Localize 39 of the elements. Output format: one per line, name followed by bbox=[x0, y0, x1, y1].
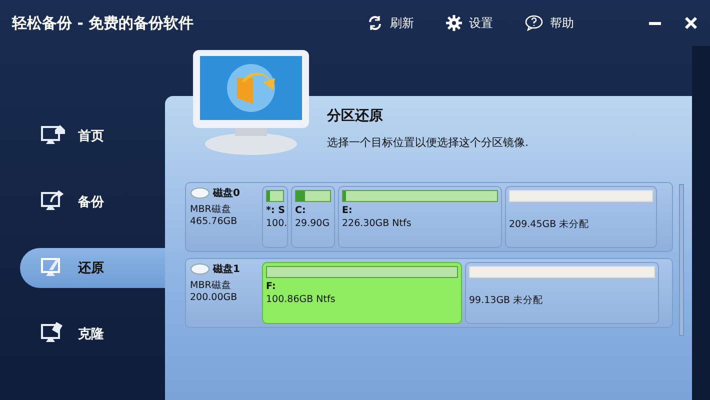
partition-block[interactable]: E: 226.30GB Ntfs bbox=[338, 186, 502, 248]
partition-label: C: bbox=[295, 205, 307, 218]
partition-block[interactable]: 209.45GB 未分配 bbox=[505, 186, 657, 248]
sidebar-item[interactable]: 克隆 bbox=[20, 314, 165, 354]
partition-info: 100. bbox=[266, 218, 284, 229]
window-title: 轻松备份 - 免费的备份软件 bbox=[12, 14, 195, 32]
partition-info: 100.86GB Ntfs bbox=[266, 294, 336, 305]
partition-block[interactable]: C: 29.90G bbox=[291, 186, 335, 248]
partition-label: E: bbox=[342, 205, 354, 218]
partition-label: *: S bbox=[266, 205, 284, 218]
sidebar-item[interactable]: 备份 bbox=[20, 182, 165, 222]
disk-name: 磁盘1 bbox=[213, 262, 240, 276]
sidebar-item[interactable]: 还原 bbox=[20, 248, 165, 288]
disk-name: 磁盘0 bbox=[213, 186, 240, 200]
refresh-icon bbox=[367, 15, 383, 31]
partition-info: 209.45GB 未分配 bbox=[509, 218, 590, 231]
partition-block[interactable]: F: 100.86GB Ntfs bbox=[262, 262, 462, 324]
toolbar-button[interactable]: 刷新 bbox=[365, 12, 416, 34]
partition-block[interactable]: *: S 100. bbox=[262, 186, 288, 248]
partition-label: F: bbox=[266, 281, 277, 294]
settings-icon bbox=[446, 15, 462, 31]
partition-info: 226.30GB Ntfs bbox=[342, 218, 412, 229]
toolbar-button[interactable]: 帮助 bbox=[523, 12, 576, 34]
section-title: 分区还原 bbox=[327, 107, 384, 125]
partition-info: 29.90G bbox=[295, 218, 331, 229]
partition-info: 99.13GB 未分配 bbox=[469, 294, 544, 307]
disk-size: 465.76GB bbox=[190, 216, 238, 227]
section-description: 选择一个目标位置以便选择这个分区镜像. bbox=[327, 135, 528, 150]
sidebar-item[interactable]: 首页 bbox=[20, 116, 165, 156]
disk-size: 200.00GB bbox=[190, 292, 238, 303]
toolbar-button[interactable]: 设置 bbox=[444, 12, 495, 34]
scrollbar[interactable] bbox=[679, 184, 684, 336]
disk-icon bbox=[190, 263, 210, 275]
disk-type: MBR磁盘 bbox=[190, 279, 232, 292]
close-icon[interactable] bbox=[684, 16, 698, 30]
help-icon bbox=[525, 15, 543, 31]
disk-type: MBR磁盘 bbox=[190, 203, 232, 216]
disk-icon bbox=[190, 187, 210, 199]
partition-block[interactable]: 99.13GB 未分配 bbox=[465, 262, 659, 324]
